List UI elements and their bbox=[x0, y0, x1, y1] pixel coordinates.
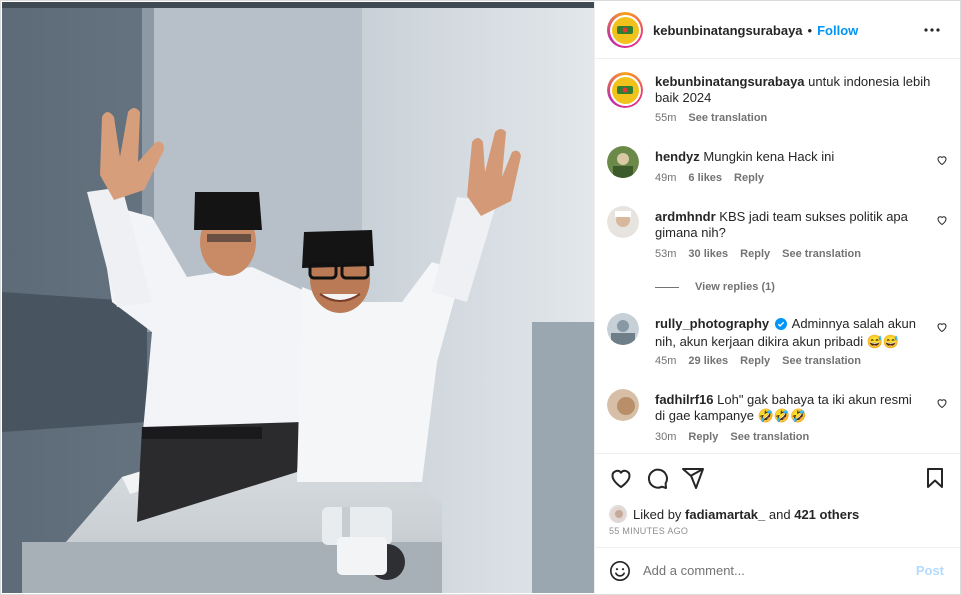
heart-icon[interactable] bbox=[936, 154, 948, 166]
comment-avatar[interactable] bbox=[607, 313, 639, 345]
caption-item: kebunbinatangsurabaya untuk indonesia le… bbox=[607, 72, 952, 132]
caption-time: 55m bbox=[655, 112, 677, 124]
comment-avatar[interactable] bbox=[607, 206, 639, 238]
comment-username[interactable]: rully_photography bbox=[655, 316, 769, 331]
emoji-icon[interactable] bbox=[609, 560, 631, 582]
comment-time: 49m bbox=[655, 172, 677, 184]
comment-likes[interactable]: 30 likes bbox=[688, 248, 728, 260]
heart-icon[interactable] bbox=[936, 214, 948, 226]
verified-badge-icon bbox=[774, 318, 787, 334]
comment-text: Mungkin kena Hack ini bbox=[703, 149, 835, 164]
comment-item: fadhilrf16 Loh" gak bahaya ta iki akun r… bbox=[607, 389, 952, 445]
comment-item: rully_photography Adminnya salah akun ni… bbox=[607, 313, 952, 369]
more-options-icon[interactable] bbox=[922, 20, 942, 40]
comment-likes[interactable]: 29 likes bbox=[688, 355, 728, 367]
header-separator: • bbox=[807, 22, 813, 38]
see-translation-button[interactable]: See translation bbox=[730, 431, 809, 443]
comment-likes[interactable]: 6 likes bbox=[688, 172, 722, 184]
comment-avatar[interactable] bbox=[607, 146, 639, 178]
likes-others[interactable]: 421 others bbox=[794, 507, 859, 522]
view-replies-label: View replies (1) bbox=[695, 281, 775, 293]
comment-time: 45m bbox=[655, 355, 677, 367]
heart-icon[interactable] bbox=[936, 321, 948, 333]
heart-icon[interactable] bbox=[609, 466, 633, 490]
post-side-panel: kebunbinatangsurabaya • Follow kebunbina… bbox=[594, 2, 960, 593]
caption-username[interactable]: kebunbinatangsurabaya bbox=[655, 74, 805, 89]
comment-avatar[interactable] bbox=[607, 389, 639, 421]
comment-item: hendyz Mungkin kena Hack ini 49m 6 likes… bbox=[607, 146, 952, 186]
author-avatar[interactable] bbox=[607, 12, 643, 48]
liker-username[interactable]: fadiamartak_ bbox=[685, 507, 765, 522]
reply-button[interactable]: Reply bbox=[734, 172, 764, 184]
share-icon[interactable] bbox=[681, 466, 705, 490]
liked-by-and: and bbox=[768, 506, 791, 522]
comments-list[interactable]: kebunbinatangsurabaya untuk indonesia le… bbox=[595, 60, 960, 452]
comment-username[interactable]: fadhilrf16 bbox=[655, 392, 714, 407]
comment-time: 53m bbox=[655, 248, 677, 260]
zoo-logo-icon bbox=[611, 16, 639, 44]
follow-button[interactable]: Follow bbox=[817, 23, 858, 38]
comment-input[interactable] bbox=[643, 563, 893, 578]
replies-divider bbox=[655, 286, 679, 288]
comment-icon[interactable] bbox=[645, 466, 669, 490]
post-photo bbox=[2, 2, 594, 593]
post-actions: Liked by fadiamartak_ and 421 others 55 … bbox=[595, 453, 960, 547]
author-username[interactable]: kebunbinatangsurabaya bbox=[653, 23, 803, 38]
add-comment-bar: Post bbox=[595, 547, 960, 593]
post-comment-button[interactable]: Post bbox=[916, 563, 944, 578]
liker-avatar[interactable] bbox=[609, 505, 627, 523]
caption-see-translation[interactable]: See translation bbox=[688, 112, 767, 124]
post-header: kebunbinatangsurabaya • Follow bbox=[595, 2, 960, 59]
post-timestamp: 55 MINUTES AGO bbox=[609, 526, 689, 536]
bookmark-icon[interactable] bbox=[923, 466, 947, 490]
comment-username[interactable]: hendyz bbox=[655, 149, 700, 164]
view-replies-button[interactable]: View replies (1) bbox=[655, 281, 775, 293]
likes-summary: Liked by fadiamartak_ and 421 others bbox=[609, 505, 859, 523]
heart-icon[interactable] bbox=[936, 397, 948, 409]
comment-item: ardmhndr KBS jadi team sukses politik ap… bbox=[607, 206, 952, 262]
liked-by-prefix: Liked by bbox=[633, 506, 682, 522]
reply-button[interactable]: Reply bbox=[740, 355, 770, 367]
see-translation-button[interactable]: See translation bbox=[782, 248, 861, 260]
caption-avatar[interactable] bbox=[607, 72, 643, 108]
comment-time: 30m bbox=[655, 431, 677, 443]
reply-button[interactable]: Reply bbox=[740, 248, 770, 260]
reply-button[interactable]: Reply bbox=[688, 431, 718, 443]
see-translation-button[interactable]: See translation bbox=[782, 355, 861, 367]
comment-username[interactable]: ardmhndr bbox=[655, 209, 716, 224]
